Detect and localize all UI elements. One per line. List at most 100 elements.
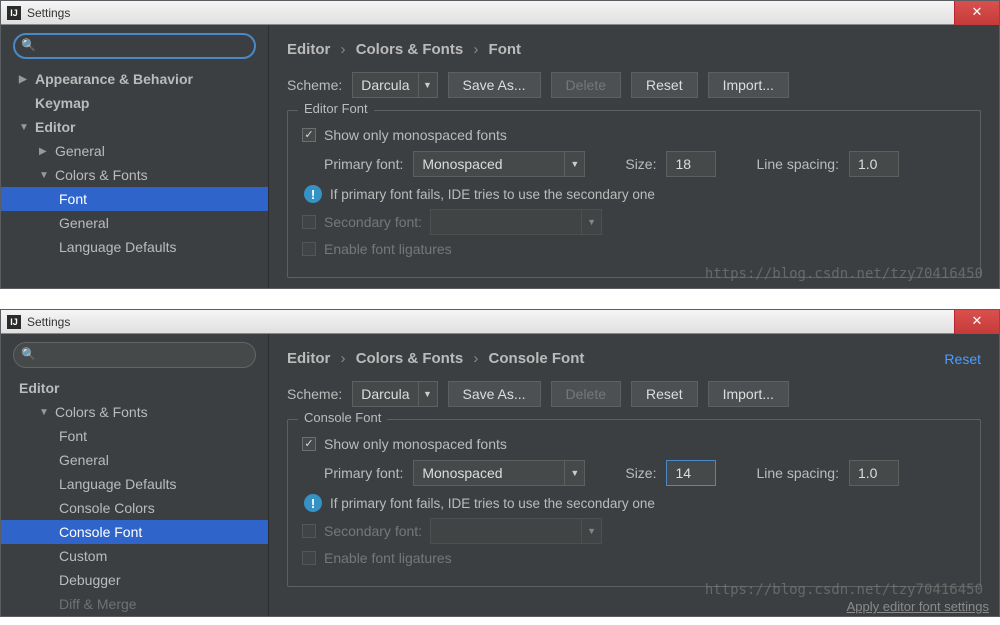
sidebar-item-keymap[interactable]: Keymap [1, 91, 268, 115]
line-spacing-label: Line spacing: [756, 465, 839, 481]
monospaced-checkbox[interactable] [302, 128, 316, 142]
sidebar-item-label: Diff & Merge [59, 596, 137, 612]
primary-font-select[interactable]: Monospaced ▼ [413, 151, 585, 177]
secondary-font-select: ▼ [430, 518, 602, 544]
reset-button[interactable]: Reset [631, 72, 698, 98]
import-button[interactable]: Import... [708, 72, 789, 98]
sidebar-item-label: General [55, 143, 105, 159]
sidebar-item-label: Font [59, 428, 87, 444]
save-as-button[interactable]: Save As... [448, 72, 541, 98]
console-font-fieldset: Console Font Show only monospaced fonts … [287, 419, 981, 587]
titlebar[interactable]: IJ Settings ✕ [1, 310, 999, 334]
secondary-font-checkbox[interactable] [302, 215, 316, 229]
fieldset-title: Console Font [298, 410, 387, 425]
sidebar-item-font[interactable]: Font [1, 187, 268, 211]
info-icon: ! [304, 185, 322, 203]
ligatures-label: Enable font ligatures [324, 550, 452, 566]
sidebar: 🔍 Editor ▼Colors & Fonts Font General La… [1, 334, 269, 616]
secondary-font-select: ▼ [430, 209, 602, 235]
ligatures-checkbox[interactable] [302, 551, 316, 565]
chevron-down-icon: ▼ [19, 122, 31, 133]
sidebar-item-label: Appearance & Behavior [35, 71, 193, 87]
sidebar-item-label: Custom [59, 548, 107, 564]
watermark: https://blog.csdn.net/tzy70416450 [705, 266, 983, 282]
chevron-down-icon: ▼ [39, 170, 51, 181]
chevron-right-icon: ▶ [19, 74, 31, 85]
reset-link[interactable]: Reset [944, 351, 981, 367]
scheme-combo[interactable]: Darcula ▼ [352, 381, 437, 407]
breadcrumb-part: Console Font [489, 350, 585, 367]
chevron-right-icon: › [473, 350, 478, 367]
chevron-down-icon: ▼ [581, 519, 601, 543]
sidebar-item-editor[interactable]: ▼Editor [1, 115, 268, 139]
primary-font-select[interactable]: Monospaced ▼ [413, 460, 585, 486]
sidebar-item-editor[interactable]: Editor [1, 376, 268, 400]
chevron-down-icon: ▼ [39, 407, 51, 418]
scheme-value: Darcula [353, 382, 418, 406]
sidebar-item-general[interactable]: ▶ General [1, 139, 268, 163]
sidebar-item-label: Keymap [35, 95, 89, 111]
apply-editor-font-link[interactable]: Apply editor font settings [847, 599, 989, 614]
sidebar-item-console-colors[interactable]: Console Colors [1, 496, 268, 520]
size-input[interactable] [666, 151, 716, 177]
secondary-font-label: Secondary font: [324, 523, 422, 539]
info-text: If primary font fails, IDE tries to use … [330, 187, 655, 202]
breadcrumb: Editor › Colors & Fonts › Console Font R… [287, 350, 981, 367]
breadcrumb-part: Colors & Fonts [356, 41, 464, 58]
ligatures-checkbox[interactable] [302, 242, 316, 256]
sidebar-item-label: Editor [19, 380, 59, 396]
monospaced-label: Show only monospaced fonts [324, 436, 507, 452]
monospaced-checkbox[interactable] [302, 437, 316, 451]
sidebar-item-custom[interactable]: Custom [1, 544, 268, 568]
size-input[interactable] [666, 460, 716, 486]
delete-button: Delete [551, 381, 621, 407]
main-panel: Editor › Colors & Fonts › Console Font R… [269, 334, 999, 616]
sidebar-item-font[interactable]: Font [1, 424, 268, 448]
close-icon[interactable]: ✕ [954, 310, 999, 334]
breadcrumb-part: Colors & Fonts [356, 350, 464, 367]
line-spacing-input[interactable] [849, 151, 899, 177]
size-label: Size: [625, 465, 656, 481]
scheme-combo[interactable]: Darcula ▼ [352, 72, 437, 98]
sidebar-item-general[interactable]: General [1, 448, 268, 472]
editor-font-fieldset: Editor Font Show only monospaced fonts P… [287, 110, 981, 278]
sidebar-item-label: Console Colors [59, 500, 155, 516]
secondary-font-checkbox[interactable] [302, 524, 316, 538]
line-spacing-input[interactable] [849, 460, 899, 486]
app-icon: IJ [7, 315, 21, 329]
info-text: If primary font fails, IDE tries to use … [330, 496, 655, 511]
line-spacing-label: Line spacing: [756, 156, 839, 172]
chevron-right-icon: › [341, 350, 346, 367]
reset-button[interactable]: Reset [631, 381, 698, 407]
sidebar-item-colors-fonts[interactable]: ▼ Colors & Fonts [1, 163, 268, 187]
search-input[interactable] [13, 33, 256, 59]
size-label: Size: [625, 156, 656, 172]
sidebar-item-language-defaults[interactable]: Language Defaults [1, 235, 268, 259]
watermark: https://blog.csdn.net/tzy70416450 [705, 582, 983, 598]
close-icon[interactable]: ✕ [954, 1, 999, 25]
info-icon: ! [304, 494, 322, 512]
sidebar-item-diff-merge[interactable]: Diff & Merge [1, 592, 268, 616]
titlebar[interactable]: IJ Settings ✕ [1, 1, 999, 25]
primary-font-value: Monospaced [414, 156, 564, 172]
fieldset-title: Editor Font [298, 101, 374, 116]
search-input[interactable] [13, 342, 256, 368]
sidebar-item-appearance-behavior[interactable]: ▶ Appearance & Behavior [1, 67, 268, 91]
sidebar-item-language-defaults[interactable]: Language Defaults [1, 472, 268, 496]
chevron-down-icon: ▼ [419, 389, 437, 399]
breadcrumb-part: Font [489, 41, 521, 58]
save-as-button[interactable]: Save As... [448, 381, 541, 407]
chevron-down-icon: ▼ [581, 210, 601, 234]
sidebar-item-label: Language Defaults [59, 476, 177, 492]
scheme-label: Scheme: [287, 77, 342, 93]
sidebar-item-label: Colors & Fonts [55, 167, 148, 183]
search-icon: 🔍 [21, 347, 36, 361]
chevron-down-icon: ▼ [564, 152, 584, 176]
sidebar-item-general-sub[interactable]: General [1, 211, 268, 235]
import-button[interactable]: Import... [708, 381, 789, 407]
chevron-right-icon: ▶ [39, 146, 51, 157]
sidebar-item-debugger[interactable]: Debugger [1, 568, 268, 592]
sidebar-item-label: Debugger [59, 572, 121, 588]
sidebar-item-colors-fonts[interactable]: ▼Colors & Fonts [1, 400, 268, 424]
sidebar-item-console-font[interactable]: Console Font [1, 520, 268, 544]
